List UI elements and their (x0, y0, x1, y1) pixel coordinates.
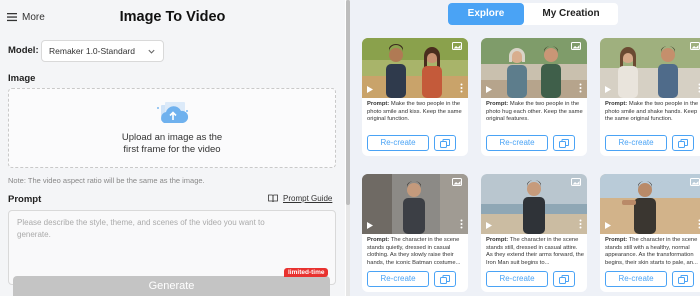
card-prompt-prefix: Prompt: (486, 237, 509, 243)
prompt-label: Prompt (8, 194, 42, 205)
image-upload-area[interactable]: Upload an image as the first frame for t… (8, 88, 336, 168)
play-icon (486, 86, 492, 93)
left-panel: More Image To Video Model: Remaker 1.0-S… (0, 0, 345, 296)
image-label: Image (8, 73, 36, 84)
recreate-button[interactable]: Re-create (486, 135, 548, 151)
more-options-icon[interactable] (460, 83, 463, 93)
play-icon (367, 222, 373, 229)
model-select-value: Remaker 1.0-Standard (49, 46, 135, 56)
page-title: Image To Video (119, 9, 226, 25)
example-card[interactable]: Prompt: The character in the scene stand… (481, 174, 587, 292)
couple-photo (600, 38, 700, 98)
card-prompt-prefix: Prompt: (486, 101, 509, 107)
example-card[interactable]: Prompt: The character in the scene stand… (362, 174, 468, 292)
card-prompt: Prompt: Make the two people in the photo… (605, 101, 700, 132)
copy-icon (678, 275, 688, 284)
model-label: Model: (8, 45, 39, 56)
card-prompt-prefix: Prompt: (605, 101, 628, 107)
image-icon (452, 178, 462, 186)
card-prompt: Prompt: Make the two people in the photo… (486, 101, 585, 132)
copy-icon (440, 139, 450, 148)
more-options-icon[interactable] (460, 219, 463, 229)
recreate-button[interactable]: Re-create (605, 271, 667, 287)
play-icon (605, 222, 611, 229)
card-prompt: Prompt: The character in the scene stand… (486, 237, 585, 268)
recreate-button[interactable]: Re-create (605, 135, 667, 151)
upload-text-line2: first frame for the video (123, 144, 221, 155)
copy-icon (559, 139, 569, 148)
card-prompt-prefix: Prompt: (605, 237, 628, 243)
tab-explore[interactable]: Explore (448, 3, 524, 25)
prompt-placeholder-line2: generate. (17, 230, 51, 239)
aspect-ratio-note: Note: The video aspect ratio will be the… (8, 176, 205, 185)
play-icon (367, 86, 373, 93)
prompt-guide-label: Prompt Guide (283, 194, 333, 203)
book-icon (268, 194, 278, 203)
example-card[interactable]: Prompt: The character in the scene stand… (600, 174, 700, 292)
right-panel: Explore My Creation Prompt: Make the two… (350, 0, 700, 296)
upload-text-line1: Upload an image as the (121, 132, 223, 143)
tab-my-creation[interactable]: My Creation (524, 3, 618, 25)
copy-icon (559, 275, 569, 284)
card-prompt: Prompt: The character in the scene stand… (367, 237, 466, 268)
play-icon (486, 222, 492, 229)
image-icon (452, 42, 462, 50)
more-options-icon[interactable] (579, 219, 582, 229)
copy-icon (440, 275, 450, 284)
image-icon (571, 178, 581, 186)
copy-button[interactable] (672, 135, 694, 151)
copy-button[interactable] (434, 135, 456, 151)
prompt-placeholder-line1: Please describe the style, theme, and sc… (17, 218, 265, 227)
copy-icon (678, 139, 688, 148)
prompt-guide-link[interactable]: Prompt Guide (268, 194, 332, 203)
example-card[interactable]: Prompt: Make the two people in the photo… (362, 38, 468, 156)
example-card[interactable]: Prompt: Make the two people in the photo… (600, 38, 700, 156)
image-icon (690, 42, 700, 50)
image-icon (571, 42, 581, 50)
upload-text: Upload an image as the first frame for t… (9, 132, 335, 156)
copy-button[interactable] (553, 271, 575, 287)
card-prompt-prefix: Prompt: (367, 237, 390, 243)
copy-button[interactable] (553, 135, 575, 151)
card-prompt-prefix: Prompt: (367, 101, 390, 107)
recreate-button[interactable]: Re-create (486, 271, 548, 287)
recreate-button[interactable]: Re-create (367, 271, 429, 287)
copy-button[interactable] (672, 271, 694, 287)
more-options-icon[interactable] (579, 83, 582, 93)
limited-time-badge: limited-time (284, 268, 329, 277)
man-desert-photo (600, 174, 700, 234)
card-prompt: Prompt: Make the two people in the photo… (367, 101, 466, 132)
model-select[interactable]: Remaker 1.0-Standard (41, 40, 164, 62)
card-thumbnail[interactable] (600, 38, 700, 98)
recreate-button[interactable]: Re-create (367, 135, 429, 151)
example-card[interactable]: Prompt: Make the two people in the photo… (481, 38, 587, 156)
tab-bar: Explore My Creation (448, 3, 618, 25)
card-thumbnail[interactable] (600, 174, 700, 234)
card-prompt: Prompt: The character in the scene stand… (605, 237, 700, 268)
copy-button[interactable] (434, 271, 456, 287)
generate-button[interactable]: Generate (13, 276, 330, 296)
chevron-down-icon (148, 49, 155, 54)
play-icon (605, 86, 611, 93)
image-icon (690, 178, 700, 186)
upload-cloud-icon (157, 102, 189, 123)
